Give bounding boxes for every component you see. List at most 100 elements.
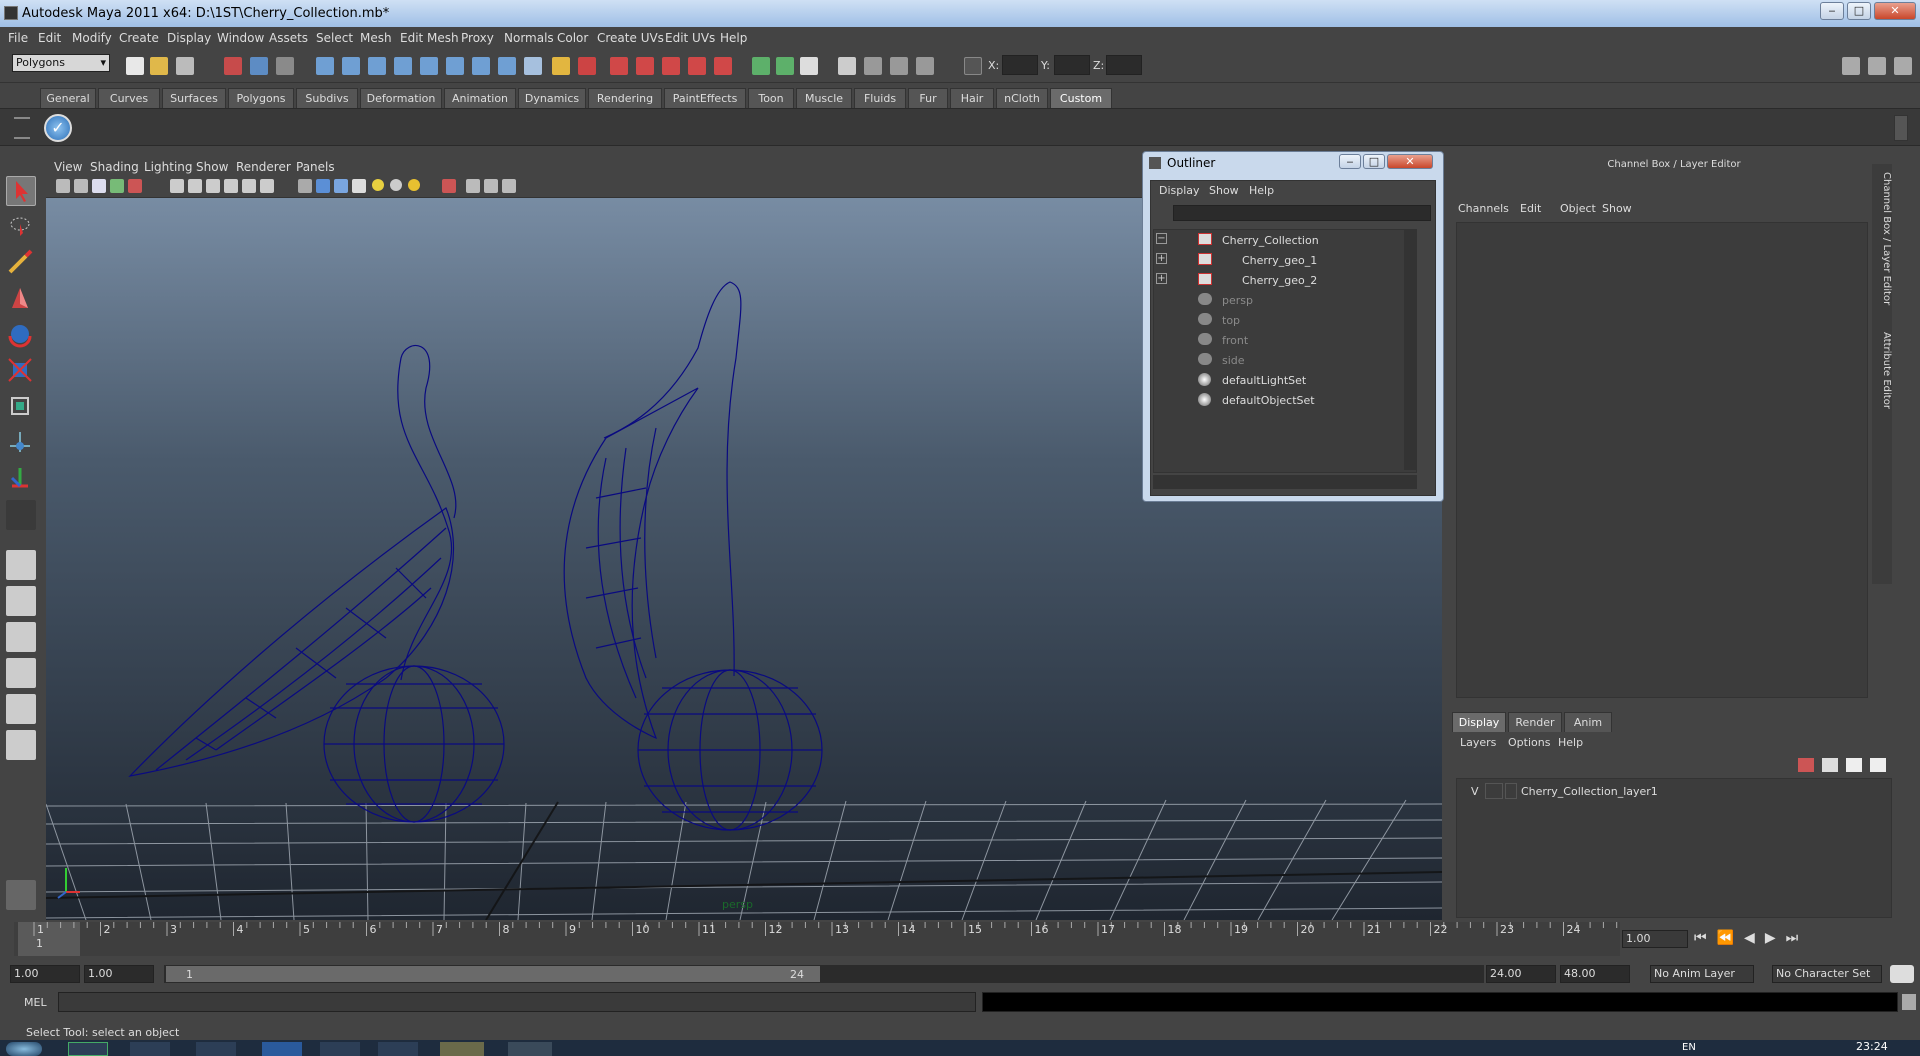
x-field[interactable] [1002, 55, 1038, 75]
layer-menu-help[interactable]: Help [1558, 736, 1583, 749]
vp-menu-renderer[interactable]: Renderer [236, 160, 291, 174]
default-lighting-icon[interactable] [372, 179, 384, 191]
go-to-end-icon[interactable]: ⏭ [1786, 930, 1809, 946]
menu-edit-mesh[interactable]: Edit Mesh [400, 31, 459, 45]
menu-set-dropdown[interactable]: Polygons ▾ [12, 54, 110, 72]
shelf-scroll-icon[interactable] [1894, 115, 1908, 141]
shelf-tab-dynamics[interactable]: Dynamics [518, 88, 586, 108]
lock-icon[interactable] [552, 57, 570, 75]
grease-pencil-icon[interactable] [128, 179, 142, 193]
snap-grid-icon[interactable] [316, 57, 334, 75]
snap-point-icon[interactable] [368, 57, 386, 75]
grid-toggle-icon[interactable] [170, 179, 184, 193]
shelf-tab-ncloth[interactable]: nCloth [996, 88, 1048, 108]
layout-persp-graph-icon[interactable] [6, 658, 36, 688]
paint-select-icon[interactable] [6, 248, 36, 278]
layer-tab-render[interactable]: Render [1508, 712, 1562, 732]
lasso-tool-icon[interactable] [6, 212, 36, 242]
select-by-component-icon[interactable] [276, 57, 294, 75]
animation-end-field[interactable]: 48.00 [1560, 965, 1630, 983]
cb-menu-channels[interactable]: Channels [1458, 202, 1509, 215]
soft-mod-icon[interactable] [6, 428, 36, 458]
character-set-dropdown[interactable]: No Character Set [1772, 965, 1882, 983]
resolution-gate-icon[interactable] [890, 57, 908, 75]
snap-curve-icon[interactable] [342, 57, 360, 75]
film-gate-icon[interactable] [864, 57, 882, 75]
sequence-icon[interactable] [752, 57, 770, 75]
show-tool-settings-icon[interactable] [1868, 57, 1886, 75]
shelf-tab-animation[interactable]: Animation [444, 88, 516, 108]
menu-edit-uvs[interactable]: Edit UVs [665, 31, 715, 45]
isolate-select-icon[interactable] [442, 179, 456, 193]
auto-key-icon[interactable] [1890, 965, 1914, 983]
safe-frame-icon[interactable] [916, 57, 934, 75]
checkmark-shelf-icon[interactable]: ✓ [44, 114, 72, 142]
layer-tab-display[interactable]: Display [1452, 712, 1506, 732]
outliner-horizontal-scrollbar[interactable] [1153, 475, 1417, 489]
expand-icon[interactable]: + [1156, 273, 1167, 284]
taskbar-app-icon[interactable] [196, 1042, 236, 1056]
smooth-shade-icon[interactable] [316, 179, 330, 193]
taskbar-app-icon[interactable] [320, 1042, 360, 1056]
time-ruler[interactable]: 1 2 3 4 5 6 7 8 9 10 11 12 13 14 15 16 17 18 19 20 21 22 23 24 … [14, 922, 1620, 958]
film-gate-vp-icon[interactable] [188, 179, 202, 193]
outliner-menu-display[interactable]: Display [1159, 184, 1200, 197]
outliner-item-cherry-geo-2[interactable]: + Cherry_geo_2 [1154, 270, 1424, 290]
outliner-minimize-button[interactable]: ‒ [1339, 154, 1361, 169]
layout-persp-outliner-icon[interactable] [6, 694, 36, 724]
vp-menu-shading[interactable]: Shading [90, 160, 139, 174]
time-slider[interactable]: 1 2 3 4 5 6 7 8 9 10 11 12 13 14 15 16 17 18 19 20 21 22 23 24 … [0, 922, 1920, 962]
outliner-item-side[interactable]: side [1154, 350, 1424, 370]
last-tool-icon[interactable] [6, 500, 36, 530]
vp-menu-lighting[interactable]: Lighting [144, 160, 193, 174]
menu-normals[interactable]: Normals [504, 31, 554, 45]
y-field[interactable] [1054, 55, 1090, 75]
outliner-maximize-button[interactable]: □ [1363, 154, 1385, 169]
all-lights-icon[interactable] [390, 179, 402, 191]
shelf-tab-fur[interactable]: Fur [908, 88, 948, 108]
anim-layer-dropdown[interactable]: No Anim Layer [1650, 965, 1754, 983]
menu-color[interactable]: Color [557, 31, 588, 45]
shelf-tab-subdivs[interactable]: Subdivs [296, 88, 358, 108]
field-chart-icon[interactable] [242, 179, 256, 193]
layer-visibility-toggle[interactable]: V [1471, 785, 1479, 798]
render-settings-icon[interactable] [662, 57, 680, 75]
new-layer-selected-icon[interactable] [1822, 758, 1838, 772]
script-editor-icon[interactable] [1902, 994, 1916, 1010]
textured-icon[interactable] [352, 179, 366, 193]
bookmarks-icon[interactable] [92, 179, 106, 193]
outliner-vertical-scrollbar[interactable] [1404, 230, 1416, 470]
taskbar-app-chrome-icon[interactable] [68, 1042, 108, 1056]
shelf-tab-curves[interactable]: Curves [98, 88, 160, 108]
menu-create-uvs[interactable]: Create UVs [597, 31, 664, 45]
maximize-button[interactable]: □ [1847, 2, 1871, 20]
shelf-tab-general[interactable]: General [40, 88, 96, 108]
outliner-item-cherry-geo-1[interactable]: + Cherry_geo_1 [1154, 250, 1424, 270]
xray-joints-icon[interactable] [484, 179, 498, 193]
taskbar-maya-icon[interactable] [508, 1042, 552, 1056]
select-tool-icon[interactable] [6, 176, 36, 206]
resolution-gate-vp-icon[interactable] [206, 179, 220, 193]
go-to-start-icon[interactable]: ⏮ [1694, 930, 1717, 946]
shelf-tab-deformation[interactable]: Deformation [360, 88, 442, 108]
input-output-icon[interactable] [578, 57, 596, 75]
range-slider-handle[interactable]: 1 24 [166, 966, 820, 982]
menu-proxy[interactable]: Proxy [461, 31, 494, 45]
shelf-tab-surfaces[interactable]: Surfaces [162, 88, 226, 108]
taskbar-language[interactable]: EN [1682, 1042, 1696, 1053]
render-frame-icon[interactable] [610, 57, 628, 75]
wireframe-mode-icon[interactable] [298, 179, 312, 193]
batch-icon[interactable] [776, 57, 794, 75]
safe-action-icon[interactable] [260, 179, 274, 193]
step-back-key-icon[interactable]: ⏪ [1717, 930, 1744, 946]
menu-assets[interactable]: Assets [269, 31, 308, 45]
history-icon[interactable] [446, 57, 464, 75]
animation-start-field[interactable]: 1.00 [10, 965, 80, 983]
shelf-tab-rendering[interactable]: Rendering [588, 88, 662, 108]
render-view-icon[interactable] [714, 57, 732, 75]
snap-view-plane-icon[interactable] [394, 57, 412, 75]
menu-edit[interactable]: Edit [38, 31, 61, 45]
lock-camera-icon[interactable] [74, 179, 88, 193]
taskbar-app-icon[interactable] [378, 1042, 418, 1056]
command-language-label[interactable]: MEL [24, 996, 47, 1009]
